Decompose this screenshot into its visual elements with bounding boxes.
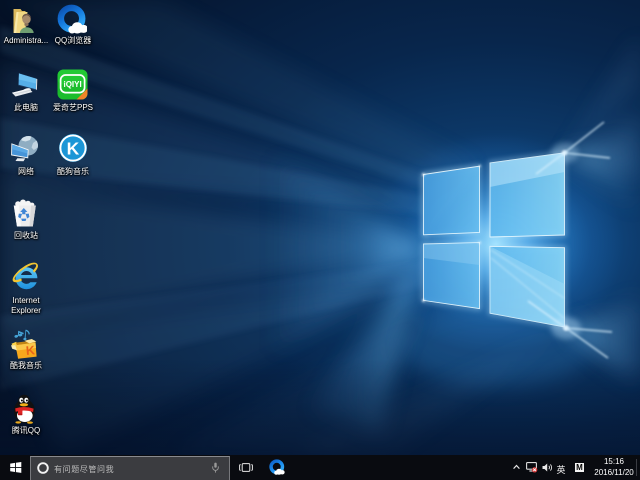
svg-text:K: K (67, 139, 80, 159)
svg-text:iQIYI: iQIYI (63, 80, 81, 89)
svg-text:K: K (25, 343, 35, 358)
